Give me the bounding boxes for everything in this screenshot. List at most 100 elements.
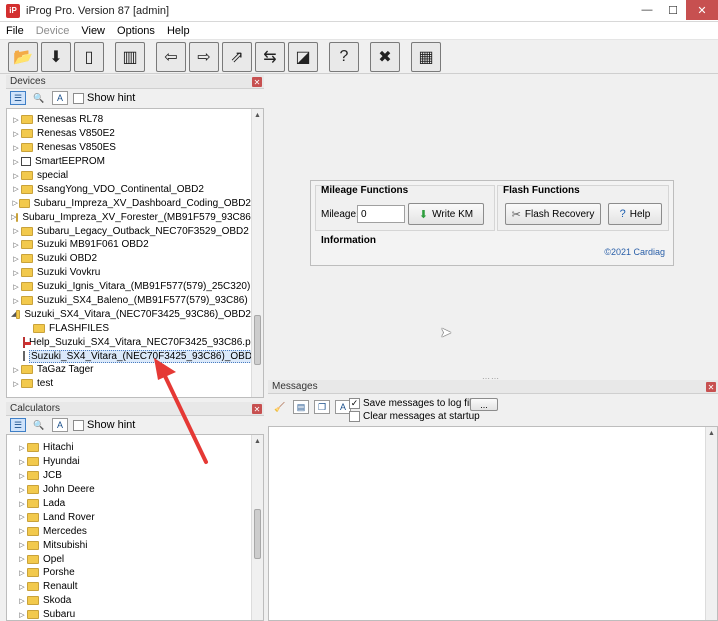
expand-arrow-icon[interactable]: ▷ xyxy=(17,444,27,452)
scroll-up-icon[interactable]: ▲ xyxy=(252,435,263,447)
expand-arrow-icon[interactable]: ▷ xyxy=(11,297,21,305)
broom-icon[interactable]: 🧹 xyxy=(272,400,288,414)
help-icon[interactable]: ? xyxy=(329,41,359,72)
tree-row[interactable]: ▷ Land Rover xyxy=(17,510,247,524)
tree-row[interactable]: ▷ SsangYong_VDO_Continental_OBD2 xyxy=(11,182,251,196)
browse-log-button[interactable]: ... xyxy=(470,398,498,411)
calculators-scroll-thumb[interactable] xyxy=(254,509,261,559)
expand-arrow-icon[interactable]: ▷ xyxy=(11,185,21,193)
expand-arrow-icon[interactable]: ▷ xyxy=(11,172,21,180)
expand-arrow-icon[interactable]: ▷ xyxy=(11,380,21,388)
read-icon[interactable]: ⇦ xyxy=(156,41,186,72)
devices-show-hint-checkbox[interactable] xyxy=(73,92,84,104)
expand-arrow-icon[interactable]: ▷ xyxy=(11,199,19,207)
expand-arrow-icon[interactable]: ▷ xyxy=(17,527,27,535)
open-folder-icon[interactable]: 📂 xyxy=(8,41,38,72)
tree-row[interactable]: ▷ Subaru_Impreza_XV_Dashboard_Coding_OBD2 xyxy=(11,196,251,210)
tree-row[interactable]: ▷ Renesas V850ES xyxy=(11,141,251,155)
tree-row[interactable]: ▷ JCB xyxy=(17,469,247,483)
compare-icon[interactable]: ⇆ xyxy=(255,41,285,72)
close-button[interactable]: ✕ xyxy=(686,0,718,20)
expand-arrow-icon[interactable]: ▷ xyxy=(17,611,27,619)
copy-icon[interactable]: ❐ xyxy=(314,400,330,414)
tree-row[interactable]: ▷ Renault xyxy=(17,580,247,594)
expand-arrow-icon[interactable]: ▷ xyxy=(17,583,27,591)
expand-arrow-icon[interactable]: ▷ xyxy=(11,158,21,166)
tree-row[interactable]: Help_Suzuki_SX4_Vitara_NEC70F3425_93C86.… xyxy=(11,335,259,349)
save-log-checkbox[interactable]: ✓ xyxy=(349,398,360,409)
scroll-up-icon[interactable]: ▲ xyxy=(706,427,717,439)
expand-arrow-icon[interactable]: ▷ xyxy=(17,597,27,605)
expand-arrow-icon[interactable]: ▷ xyxy=(11,227,21,235)
menu-file[interactable]: File xyxy=(0,25,30,37)
expand-arrow-icon[interactable]: ▷ xyxy=(17,569,27,577)
expand-arrow-icon[interactable]: ▷ xyxy=(17,541,27,549)
expand-arrow-icon[interactable]: ▷ xyxy=(11,283,21,291)
tree-view-icon[interactable]: ☰ xyxy=(10,91,26,105)
calculators-panel-close-icon[interactable]: ✕ xyxy=(252,404,262,414)
tree-row[interactable]: ▷ Subaru xyxy=(17,608,247,620)
tree-row[interactable]: ▷ Suzuki_Ignis_Vitara_(MB91F577(579)_25C3… xyxy=(11,280,251,294)
tree-row[interactable]: ▷ Mercedes xyxy=(17,524,247,538)
search-icon[interactable]: 🔍 xyxy=(31,91,47,105)
write-icon[interactable]: ⇨ xyxy=(189,41,219,72)
expand-arrow-icon[interactable]: ▷ xyxy=(17,458,27,466)
mileage-input[interactable]: 0 xyxy=(357,205,405,223)
search-icon[interactable]: 🔍 xyxy=(31,418,47,432)
tree-row[interactable]: ◢ Suzuki_SX4_Vitara_(NEC70F3425_93C86)_OB… xyxy=(11,307,251,321)
messages-scrollbar[interactable]: ▲ xyxy=(705,427,717,620)
calculators-scrollbar[interactable]: ▲ xyxy=(251,435,263,620)
menu-view[interactable]: View xyxy=(75,25,111,37)
tree-row[interactable]: FLASHFILES xyxy=(11,321,251,335)
menu-options[interactable]: Options xyxy=(111,25,161,37)
maximize-button[interactable]: ☐ xyxy=(660,0,686,20)
expand-arrow-icon[interactable]: ▷ xyxy=(11,130,21,138)
font-icon[interactable]: A xyxy=(52,91,68,105)
clear-startup-checkbox[interactable] xyxy=(349,411,360,422)
expand-arrow-icon[interactable]: ▷ xyxy=(17,513,27,521)
save-log-icon[interactable]: ▤ xyxy=(293,400,309,414)
tree-row[interactable]: ▷ Suzuki_SX4_Baleno_(MB91F577(579)_93C86) xyxy=(11,294,251,308)
expand-arrow-icon[interactable]: ▷ xyxy=(17,472,27,480)
tree-row[interactable]: ▷ Renesas RL78 xyxy=(11,113,251,127)
devices-panel-close-icon[interactable]: ✕ xyxy=(252,77,262,87)
help-button[interactable]: ? Help xyxy=(608,203,662,225)
tree-row[interactable]: ▷ Suzuki Vovkru xyxy=(11,266,251,280)
scroll-up-icon[interactable]: ▲ xyxy=(252,109,263,121)
exit-icon[interactable]: ✖ xyxy=(370,41,400,72)
expand-arrow-icon[interactable]: ▷ xyxy=(11,255,21,263)
expand-arrow-icon[interactable]: ▷ xyxy=(11,269,21,277)
calculators-show-hint-checkbox[interactable] xyxy=(73,419,84,431)
tree-row[interactable]: ▷ Suzuki MB91F061 OBD2 xyxy=(11,238,251,252)
calculator-icon[interactable]: ▦ xyxy=(411,41,441,72)
tree-row[interactable]: ▷ John Deere xyxy=(17,483,247,497)
chip-icon[interactable]: ▥ xyxy=(115,41,145,72)
expand-arrow-icon[interactable]: ▷ xyxy=(11,366,21,374)
messages-panel-close-icon[interactable]: ✕ xyxy=(706,382,716,392)
erase-icon[interactable]: ◪ xyxy=(288,41,318,72)
expand-arrow-icon[interactable]: ▷ xyxy=(17,486,27,494)
tree-row[interactable]: ▷ SmartEEPROM xyxy=(11,155,251,169)
tree-row[interactable]: ▷ Lada xyxy=(17,497,247,511)
minimize-button[interactable]: — xyxy=(634,0,660,20)
expand-arrow-icon[interactable]: ▷ xyxy=(11,241,21,249)
devices-scroll-thumb[interactable] xyxy=(254,315,261,365)
tree-row[interactable]: ▷ Mitsubishi xyxy=(17,538,247,552)
save-icon[interactable]: ⬇ xyxy=(41,41,71,72)
tree-row[interactable]: ▷ Skoda xyxy=(17,594,247,608)
tree-row[interactable]: ▷ Subaru_Legacy_Outback_NEC70F3529_OBD2 xyxy=(11,224,251,238)
messages-log[interactable]: ▲ xyxy=(268,426,718,621)
verify-icon[interactable]: ⇗ xyxy=(222,41,252,72)
tree-row[interactable]: ▷ Renesas V850E2 xyxy=(11,127,251,141)
tree-row[interactable]: ▷ Porshe xyxy=(17,566,247,580)
new-file-icon[interactable]: ▯ xyxy=(74,41,104,72)
expand-arrow-icon[interactable]: ▷ xyxy=(11,144,21,152)
devices-scrollbar[interactable]: ▲ xyxy=(251,109,263,397)
expand-arrow-icon[interactable]: ▷ xyxy=(17,555,27,563)
write-km-button[interactable]: ⬇ Write KM xyxy=(408,203,484,225)
tree-row[interactable]: ▷ Opel xyxy=(17,552,247,566)
tree-view-icon[interactable]: ☰ xyxy=(10,418,26,432)
menu-help[interactable]: Help xyxy=(161,25,196,37)
tree-row[interactable]: ▷ Subaru_Impreza_XV_Forester_(MB91F579_93… xyxy=(11,210,254,224)
tree-row[interactable]: ▷ Suzuki OBD2 xyxy=(11,252,251,266)
